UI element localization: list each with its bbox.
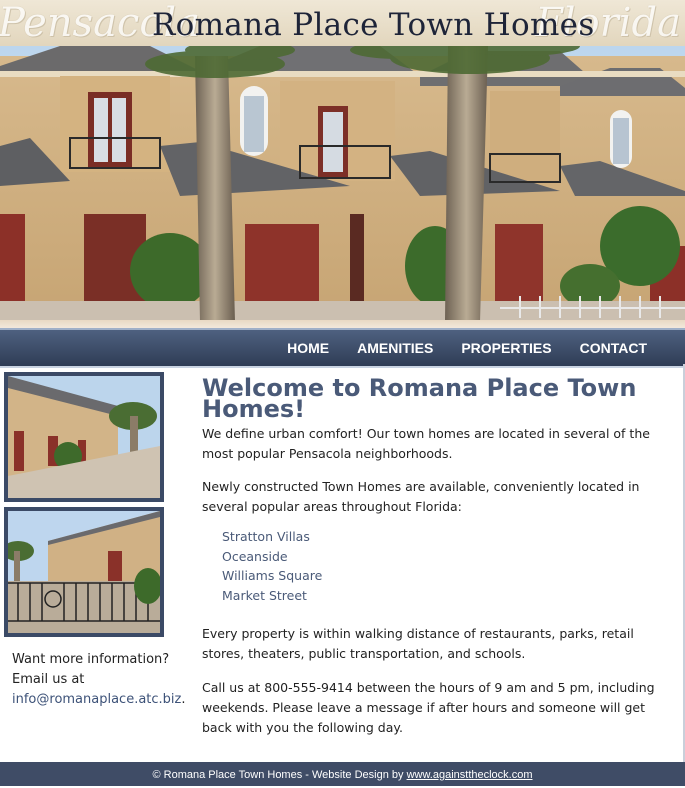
area-item: Stratton Villas — [222, 529, 310, 544]
sidebar: Want more information? Email us at info@… — [0, 368, 186, 760]
nav-home[interactable]: HOME — [287, 330, 329, 366]
nav-properties[interactable]: PROPERTIES — [461, 330, 551, 366]
areas-list: Stratton Villas Oceanside Williams Squar… — [222, 527, 672, 605]
townhomes-thumbnail-2 — [4, 507, 164, 637]
townhomes-photo — [0, 46, 685, 322]
main-content: Welcome to Romana Place Town Homes! We d… — [202, 374, 672, 738]
footer-designer-link[interactable]: www.againsttheclock.com — [407, 769, 533, 781]
call-paragraph: Call us at 800-555-9414 between the hour… — [202, 680, 655, 735]
area-item: Oceanside — [222, 548, 288, 564]
sidebar-contact-info: Want more information? Email us at info@… — [12, 650, 186, 710]
title-strip: Pensacola Florida Romana Place Town Home… — [0, 0, 685, 46]
availability-paragraph: Newly constructed Town Homes are availab… — [202, 479, 640, 514]
townhomes-thumbnail-1 — [4, 372, 164, 502]
header-banner: Pensacola Florida Romana Place Town Home… — [0, 0, 685, 330]
site-title: Romana Place Town Homes — [152, 7, 595, 43]
intro-paragraph: We define urban comfort! Our town homes … — [202, 426, 650, 461]
nav-amenities[interactable]: AMENITIES — [357, 330, 433, 366]
area-item: Market Street — [222, 587, 307, 603]
amenities-paragraph: Every property is within walking distanc… — [202, 626, 634, 661]
nav-contact[interactable]: CONTACT — [580, 330, 647, 366]
footer-text: © Romana Place Town Homes - Website Desi… — [152, 769, 407, 781]
email-link[interactable]: info@romanaplace.atc.biz — [12, 692, 181, 707]
main-nav: HOME AMENITIES PROPERTIES CONTACT — [0, 328, 685, 368]
footer: © Romana Place Town Homes - Website Desi… — [0, 762, 685, 786]
email-suffix: . — [181, 692, 186, 707]
sidebar-email-line: info@romanaplace.atc.biz. — [12, 690, 186, 710]
sidebar-info-line1: Want more information? — [12, 652, 170, 667]
sidebar-info-line2: Email us at — [12, 672, 85, 687]
page-heading: Welcome to Romana Place Town Homes! — [202, 374, 637, 423]
area-item: Williams Square — [222, 568, 323, 583]
